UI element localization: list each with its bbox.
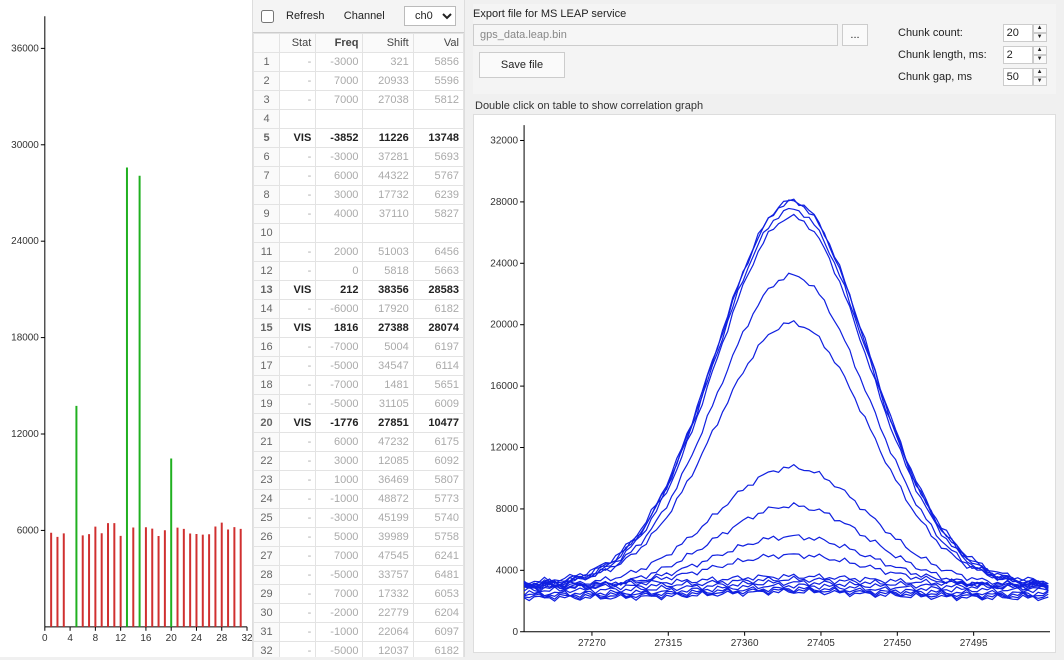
svg-text:4000: 4000 [496, 565, 519, 576]
svg-text:32000: 32000 [490, 135, 518, 146]
table-row[interactable]: 25--3000451995740 [254, 509, 464, 528]
svg-text:32: 32 [241, 633, 252, 644]
right-panel: Export file for MS LEAP service ... Save… [465, 0, 1064, 657]
svg-text:4: 4 [67, 633, 73, 644]
svg-text:27360: 27360 [731, 638, 759, 649]
svg-text:24000: 24000 [490, 258, 518, 269]
export-path-input[interactable] [473, 24, 838, 46]
export-box: Export file for MS LEAP service ... Save… [473, 4, 1056, 94]
table-row[interactable]: 24--1000488725773 [254, 490, 464, 509]
table-row[interactable]: 1--30003215856 [254, 53, 464, 72]
chunk-count-label: Chunk count: [898, 27, 987, 39]
svg-text:27495: 27495 [960, 638, 988, 649]
col-val: Val [413, 34, 463, 53]
table-row[interactable]: 28--5000337576481 [254, 566, 464, 585]
svg-text:24: 24 [191, 633, 203, 644]
svg-text:12: 12 [115, 633, 127, 644]
table-row[interactable]: 15VIS18162738828074 [254, 319, 464, 338]
chunk-gap-spin[interactable]: ▲▼ [1003, 68, 1047, 86]
chunk-gap-label: Chunk gap, ms [898, 71, 987, 83]
table-row[interactable]: 8-3000177326239 [254, 186, 464, 205]
svg-text:0: 0 [42, 633, 48, 644]
svg-text:16000: 16000 [490, 381, 518, 392]
svg-text:27405: 27405 [807, 638, 835, 649]
table-row[interactable]: 19--5000311056009 [254, 395, 464, 414]
svg-text:30000: 30000 [11, 140, 39, 151]
table-row[interactable]: 11-2000510036456 [254, 243, 464, 262]
col-stat: Stat [280, 34, 316, 53]
table-row[interactable]: 27-7000475456241 [254, 547, 464, 566]
table-row[interactable]: 7-6000443225767 [254, 167, 464, 186]
chunk-length-label: Chunk length, ms: [898, 49, 987, 61]
svg-text:20: 20 [166, 633, 178, 644]
svg-text:16: 16 [140, 633, 152, 644]
chart-hint: Double click on table to show correlatio… [475, 100, 1056, 112]
svg-text:24000: 24000 [11, 236, 39, 247]
svg-text:12000: 12000 [490, 443, 518, 454]
table-row[interactable]: 29-7000173326053 [254, 585, 464, 604]
data-table[interactable]: Stat Freq Shift Val 1--300032158562-7000… [253, 33, 464, 657]
table-row[interactable]: 20VIS-17762785110477 [254, 414, 464, 433]
bar-chart-panel: 6000 12000 18000 24000 30000 36000 0 4 8 12 16 20 24… [0, 0, 253, 657]
col-shift: Shift [363, 34, 413, 53]
svg-text:27315: 27315 [654, 638, 682, 649]
table-row[interactable]: 2-7000209335596 [254, 72, 464, 91]
table-row[interactable]: 13VIS2123835628583 [254, 281, 464, 300]
table-row[interactable]: 9-4000371105827 [254, 205, 464, 224]
refresh-label: Refresh [286, 10, 325, 22]
svg-text:28: 28 [216, 633, 228, 644]
svg-text:6000: 6000 [17, 525, 40, 536]
table-row[interactable]: 18--700014815651 [254, 376, 464, 395]
chunk-length-spin[interactable]: ▲▼ [1003, 46, 1047, 64]
table-row[interactable]: 30--2000227796204 [254, 604, 464, 623]
svg-text:8: 8 [93, 633, 99, 644]
export-title: Export file for MS LEAP service [473, 8, 1056, 20]
table-row[interactable]: 21-6000472326175 [254, 433, 464, 452]
table-row[interactable]: 23-1000364695807 [254, 471, 464, 490]
svg-text:28000: 28000 [490, 197, 518, 208]
col-freq: Freq [316, 34, 363, 53]
table-row[interactable]: 14--6000179206182 [254, 300, 464, 319]
table-row[interactable]: 32--5000120376182 [254, 642, 464, 658]
svg-text:18000: 18000 [11, 333, 39, 344]
svg-text:12000: 12000 [11, 429, 39, 440]
svg-text:8000: 8000 [496, 504, 519, 515]
svg-text:27450: 27450 [883, 638, 911, 649]
bar-chart: 6000 12000 18000 24000 30000 36000 0 4 8 12 16 20 24… [0, 0, 252, 657]
table-row[interactable]: 26-5000399895758 [254, 528, 464, 547]
table-row[interactable]: 3-7000270385812 [254, 91, 464, 110]
table-row[interactable]: 10 [254, 224, 464, 243]
table-row[interactable]: 6--3000372815693 [254, 148, 464, 167]
correlation-chart-panel: 0 4000 8000 12000 16000 20000 24000 28000 32000 2… [473, 114, 1056, 653]
chunk-count-spin[interactable]: ▲▼ [1003, 24, 1047, 42]
table-row[interactable]: 12-058185663 [254, 262, 464, 281]
correlation-chart: 0 4000 8000 12000 16000 20000 24000 28000 32000 2… [474, 115, 1055, 652]
svg-text:0: 0 [512, 627, 518, 638]
channel-select[interactable]: ch0 [404, 6, 456, 26]
channel-label: Channel [333, 10, 396, 22]
table-row[interactable]: 22-3000120856092 [254, 452, 464, 471]
table-row[interactable]: 31--1000220646097 [254, 623, 464, 642]
refresh-checkbox[interactable] [261, 10, 274, 23]
export-params: Chunk count: ▲▼ Chunk length, ms: ▲▼ Chu… [898, 24, 1047, 86]
table-row[interactable]: 16--700050046197 [254, 338, 464, 357]
browse-button[interactable]: ... [842, 24, 868, 46]
col-idx [254, 34, 280, 53]
svg-text:20000: 20000 [490, 320, 518, 331]
table-row[interactable]: 17--5000345476114 [254, 357, 464, 376]
data-table-panel: Refresh Channel ch0 Stat Freq Shift Val … [253, 0, 465, 657]
save-file-button[interactable]: Save file [479, 52, 565, 78]
table-row[interactable]: 5VIS-38521122613748 [254, 129, 464, 148]
table-row[interactable]: 4 [254, 110, 464, 129]
svg-text:27270: 27270 [578, 638, 606, 649]
svg-text:36000: 36000 [11, 43, 39, 54]
